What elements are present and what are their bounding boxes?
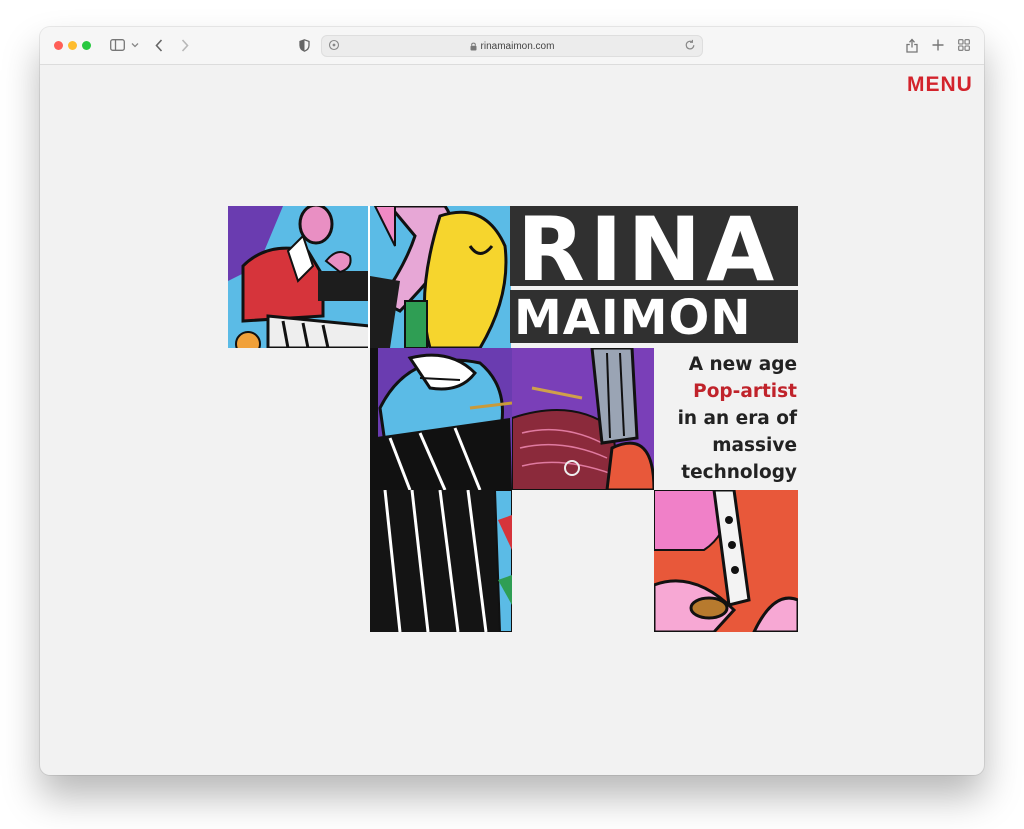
close-window-button[interactable] xyxy=(54,41,63,50)
sidebar-icon[interactable] xyxy=(108,36,126,54)
browser-window: rinamaimon.com MENU RINA MAIMON A new ag… xyxy=(40,27,984,775)
tab-overview-icon[interactable] xyxy=(956,36,972,54)
browser-toolbar: rinamaimon.com xyxy=(40,27,984,65)
back-icon[interactable] xyxy=(152,36,166,54)
minimize-window-button[interactable] xyxy=(68,41,77,50)
url-text: rinamaimon.com xyxy=(480,40,555,52)
artwork-tile-guitar[interactable] xyxy=(512,348,654,490)
zoom-window-button[interactable] xyxy=(82,41,91,50)
artwork-tile-yellow-figure[interactable] xyxy=(370,206,511,348)
tagline-highlight: Pop-artist xyxy=(693,381,797,402)
forward-icon[interactable] xyxy=(178,36,192,54)
tagline-line-5: technology xyxy=(681,462,797,483)
address-bar[interactable]: rinamaimon.com xyxy=(321,35,703,57)
lock-icon xyxy=(470,42,477,51)
title-first-name: RINA xyxy=(510,206,798,286)
privacy-shield-icon[interactable] xyxy=(297,36,311,54)
artist-name-logo: RINA MAIMON xyxy=(510,206,798,343)
tagline-line-3: in an era of xyxy=(677,408,797,429)
artwork-tile-orange-figure[interactable] xyxy=(654,490,798,632)
title-last-name: MAIMON xyxy=(510,290,798,343)
tagline: A new age Pop-artist in an era of massiv… xyxy=(657,351,797,486)
artwork-tile-striped-suit[interactable] xyxy=(370,490,512,632)
new-tab-icon[interactable] xyxy=(930,36,946,54)
chevron-down-icon[interactable] xyxy=(130,36,140,54)
artwork-tile-blue-figure[interactable] xyxy=(370,348,512,490)
reload-icon[interactable] xyxy=(684,39,696,54)
tagline-line-1: A new age xyxy=(688,354,797,375)
share-icon[interactable] xyxy=(904,36,920,54)
page-settings-icon[interactable] xyxy=(328,39,340,54)
menu-button[interactable]: MENU xyxy=(907,73,973,97)
tagline-line-4: massive xyxy=(712,435,797,456)
artwork-tile-pianist[interactable] xyxy=(228,206,370,348)
